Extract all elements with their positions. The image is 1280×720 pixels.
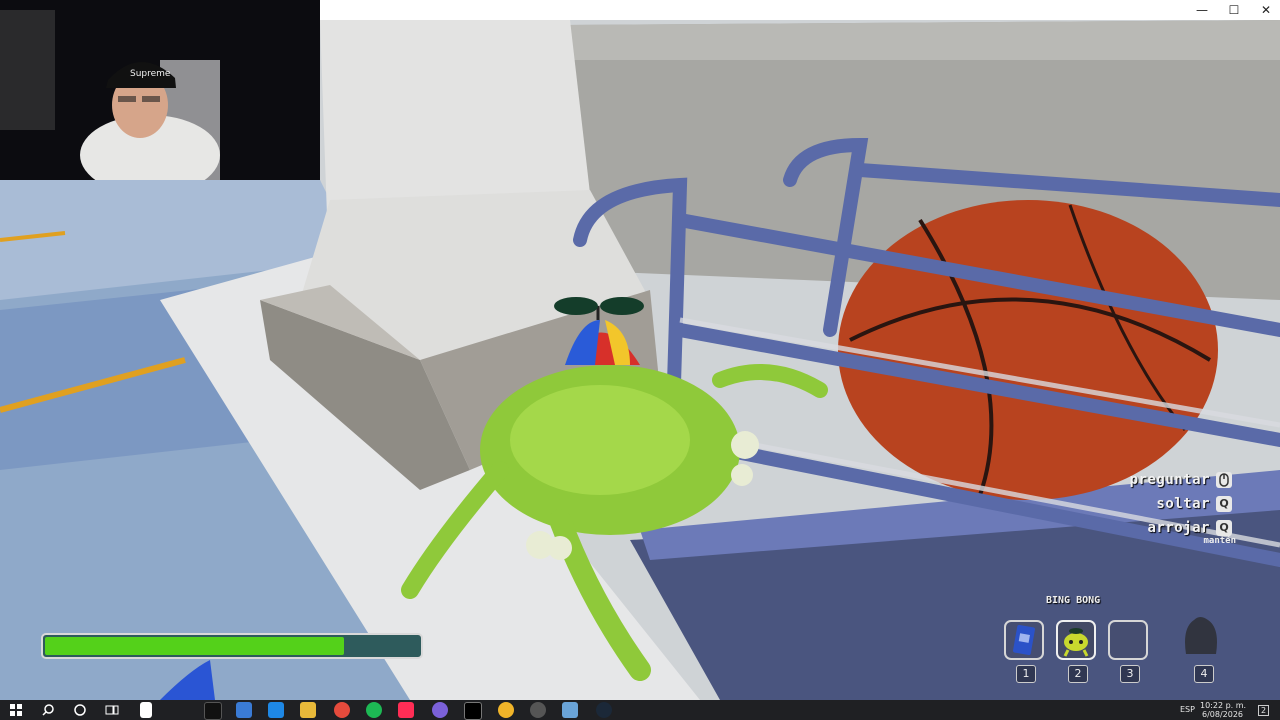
task-view-icon[interactable] [104, 702, 120, 718]
inventory-slot-2[interactable] [1056, 620, 1096, 660]
backpack-silhouette-icon [1185, 617, 1217, 654]
windows-taskbar: ESP 10:22 p. m. 6/08/2026 2 [0, 700, 1280, 720]
slot-4-number: 4 [1194, 665, 1214, 683]
maximize-button[interactable]: ☐ [1218, 0, 1250, 20]
search-icon[interactable] [40, 702, 56, 718]
store-icon[interactable] [236, 702, 252, 718]
clock-date[interactable]: 6/08/2026 [1202, 710, 1243, 719]
prompt-throw-hint: mantén [1203, 536, 1236, 546]
chrome-profile-icon[interactable] [498, 702, 514, 718]
inventory-slot-3[interactable] [1108, 620, 1148, 660]
bing-bong-frog-icon [1063, 628, 1089, 657]
slot-3-number: 3 [1120, 665, 1140, 683]
action-prompts: preguntar soltar Q arrojar Q mantén [1130, 468, 1236, 546]
key-q: Q [1216, 496, 1232, 512]
file-explorer-icon[interactable] [300, 702, 316, 718]
stamina-bar [41, 633, 423, 659]
key-q: Q [1216, 520, 1232, 536]
spotify-icon[interactable] [366, 702, 382, 718]
mail-icon[interactable] [268, 702, 284, 718]
windows-start-icon[interactable] [8, 702, 24, 718]
language-indicator[interactable]: ESP [1180, 705, 1195, 714]
capcut-icon[interactable] [464, 702, 482, 720]
svg-text:Supreme: Supreme [130, 69, 171, 79]
minimize-button[interactable]: — [1186, 0, 1218, 20]
prompt-drop: soltar Q [1130, 492, 1232, 516]
held-item-name: BING BONG [1046, 595, 1101, 606]
tiktok-icon[interactable] [204, 702, 222, 720]
prompt-drop-label: soltar [1156, 496, 1210, 512]
prompt-throw-label: arrojar [1147, 520, 1210, 536]
chrome-icon[interactable] [334, 702, 350, 718]
inventory-slot-1[interactable] [1004, 620, 1044, 660]
window-titlebar: — ☐ ✕ [320, 0, 1280, 20]
passport-book-icon [1013, 624, 1035, 656]
mouse-icon [1216, 472, 1232, 488]
cortana-icon[interactable] [72, 702, 88, 718]
notification-icon[interactable]: 2 [1258, 705, 1270, 716]
file-icon[interactable] [140, 702, 152, 718]
clock-time[interactable]: 10:22 p. m. [1200, 701, 1246, 710]
discord-icon[interactable] [432, 702, 448, 718]
tiktok-studio-icon[interactable] [398, 702, 414, 718]
obs-icon[interactable] [530, 702, 546, 718]
slot-1-number: 1 [1016, 665, 1036, 683]
game-app-icon[interactable] [562, 702, 578, 718]
close-button[interactable]: ✕ [1250, 0, 1280, 20]
basketball [838, 200, 1218, 500]
slot-2-number: 2 [1068, 665, 1088, 683]
prompt-ask-label: preguntar [1129, 472, 1210, 488]
inventory-slot-4[interactable] [1180, 617, 1220, 660]
stamina-fill [45, 637, 344, 655]
steam-icon[interactable] [596, 702, 612, 718]
webcam-overlay: Supreme [0, 0, 320, 180]
prompt-ask: preguntar [1130, 468, 1232, 492]
